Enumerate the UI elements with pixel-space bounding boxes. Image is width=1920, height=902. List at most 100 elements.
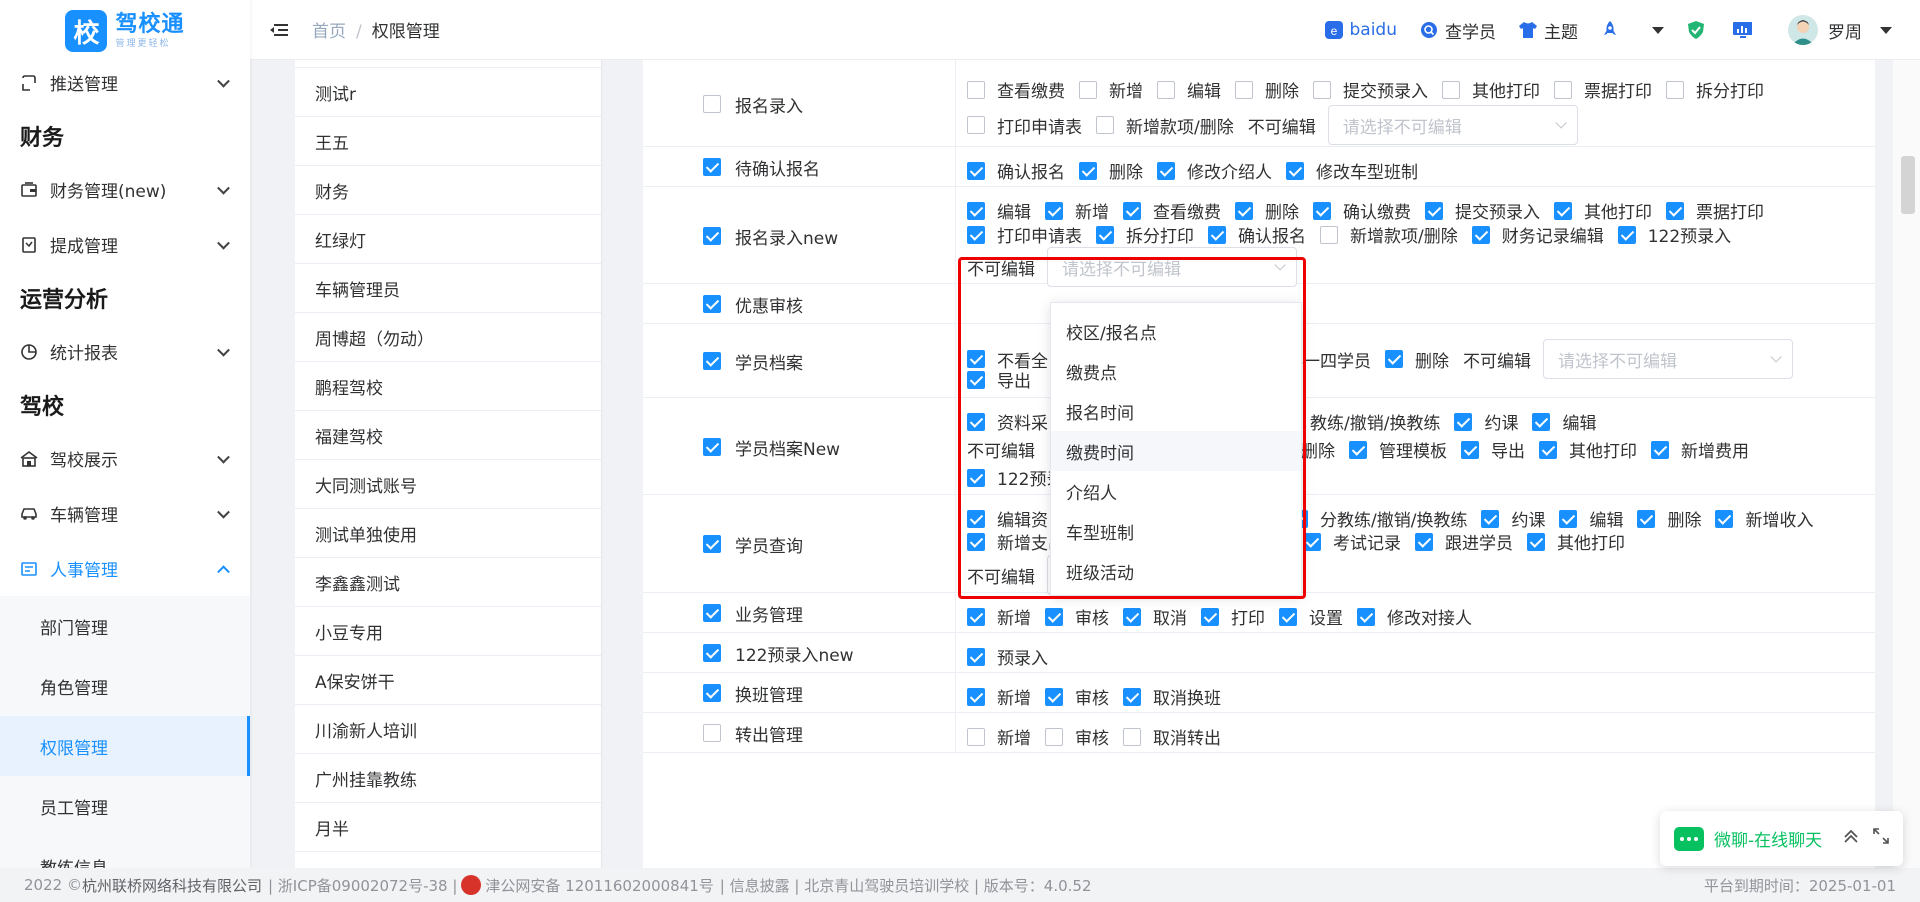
checkbox-checked-icon[interactable] (1357, 607, 1375, 626)
permission-checkbox-option[interactable]: 取消 (1123, 604, 1187, 629)
permission-checkbox-option[interactable]: 考试记录 (1303, 529, 1401, 554)
checkbox-checked-icon[interactable] (1532, 412, 1551, 431)
checkbox-checked-icon[interactable] (1617, 225, 1636, 244)
checkbox-checked-icon[interactable] (1539, 440, 1557, 459)
dropdown-option[interactable]: 报名时间 (1051, 391, 1301, 431)
user-menu[interactable]: 罗周 (1788, 15, 1892, 45)
role-list-item[interactable]: 测试r (295, 68, 601, 117)
role-list-item[interactable]: 王五 (295, 117, 601, 166)
permission-checkbox-option[interactable]: 确认报名 (1208, 222, 1306, 247)
checkbox-checked-icon[interactable] (967, 201, 985, 220)
checkbox-checked-icon[interactable] (1123, 607, 1141, 626)
checkbox-checked-icon[interactable] (1554, 201, 1572, 220)
list-item[interactable] (295, 60, 601, 68)
checkbox-checked-icon[interactable] (1481, 509, 1500, 528)
checkbox-unchecked-icon[interactable] (1554, 80, 1572, 99)
dropdown-option[interactable]: 缴费点 (1051, 351, 1301, 391)
role-list-item[interactable]: 财务 (295, 166, 601, 215)
permission-checkbox-option[interactable]: 拆分打印 (1096, 222, 1194, 247)
checkbox-checked-icon[interactable] (1651, 440, 1669, 459)
checkbox-checked-icon[interactable] (703, 684, 721, 702)
checkbox-checked-icon[interactable] (703, 437, 721, 456)
dropdown-option[interactable]: 班级活动 (1051, 551, 1301, 591)
checkbox-checked-icon[interactable] (967, 350, 985, 368)
sidebar-item[interactable]: 财务管理(new) (0, 162, 250, 217)
checkbox-checked-icon[interactable] (967, 687, 985, 706)
checkbox-checked-icon[interactable] (1454, 412, 1473, 431)
checkbox-unchecked-icon[interactable] (1313, 80, 1331, 99)
checkbox-checked-icon[interactable] (1157, 161, 1175, 180)
permission-checkbox-option[interactable]: 设置 (1279, 604, 1343, 629)
security-shield-button[interactable] (1686, 20, 1712, 40)
checkbox-checked-icon[interactable] (1425, 201, 1443, 220)
permission-checkbox-option[interactable]: 修改对接人 (1357, 604, 1472, 629)
checkbox-checked-icon[interactable] (967, 607, 985, 626)
sidebar-item[interactable]: 人事管理 (0, 541, 250, 596)
checkbox-checked-icon[interactable] (1208, 225, 1226, 244)
permission-checkbox-option[interactable]: 拆分打印 (1666, 77, 1764, 102)
permission-checkbox-option[interactable]: 编辑资 (967, 506, 1048, 531)
checkbox-unchecked-icon[interactable] (1123, 727, 1141, 746)
permission-checkbox-option[interactable]: 删除 (1235, 77, 1299, 102)
role-list-item[interactable]: 测试单独使用 (295, 509, 601, 558)
checkbox-checked-icon[interactable] (703, 352, 721, 370)
dropdown-option[interactable]: 车型班制 (1051, 511, 1301, 551)
footer-icp[interactable]: | 浙ICP备09002072号-38 | (268, 875, 457, 896)
checkbox-checked-icon[interactable] (1045, 607, 1063, 626)
not-editable-select[interactable]: 请选择不可编辑 (1047, 247, 1297, 287)
menu-fold-icon[interactable] (270, 22, 290, 38)
permission-checkbox-option[interactable]: 审核 (1045, 724, 1109, 749)
role-list-item[interactable]: 广州挂靠教练 (295, 754, 601, 803)
checkbox-checked-icon[interactable] (1349, 440, 1367, 459)
permission-checkbox-option[interactable]: 新增 (967, 724, 1031, 749)
rocket-menu[interactable] (1600, 20, 1626, 40)
permission-checkbox-option[interactable]: 编辑 (1532, 409, 1596, 434)
permission-checkbox-option[interactable]: 审核 (1045, 684, 1109, 709)
permission-checkbox-option[interactable]: 取消换班 (1123, 684, 1221, 709)
permission-checkbox-option[interactable]: 确认报名 (967, 158, 1065, 183)
checkbox-checked-icon[interactable] (1666, 201, 1684, 220)
expand-icon[interactable] (1873, 828, 1889, 849)
not-editable-select[interactable]: 请选择不可编辑 (1327, 105, 1578, 145)
permission-checkbox-option[interactable]: 其他打印 (1539, 437, 1637, 462)
permission-checkbox-option[interactable]: 查看缴费 (1123, 198, 1221, 223)
checkbox-checked-icon[interactable] (1096, 225, 1114, 244)
sidebar-item[interactable]: 驾校展示 (0, 431, 250, 486)
permission-checkbox-option[interactable]: 导出 (1461, 437, 1525, 462)
checkbox-checked-icon[interactable] (1559, 509, 1578, 528)
checkbox-checked-icon[interactable] (1286, 161, 1304, 180)
checkbox-checked-icon[interactable] (1235, 201, 1253, 220)
permission-checkbox-option[interactable]: 编辑 (1157, 77, 1221, 102)
checkbox-checked-icon[interactable] (1303, 532, 1321, 551)
role-list-item[interactable]: 大同测试账号 (295, 460, 601, 509)
role-list-item[interactable]: 周博超（勿动） (295, 313, 601, 362)
checkbox-unchecked-icon[interactable] (967, 80, 985, 99)
permission-checkbox-option[interactable]: 编辑 (967, 198, 1031, 223)
checkbox-checked-icon[interactable] (967, 412, 985, 431)
permission-checkbox-option[interactable]: 票据打印 (1554, 77, 1652, 102)
permission-checkbox-option[interactable]: 预录入 (967, 644, 1048, 669)
checkbox-unchecked-icon[interactable] (703, 724, 721, 742)
permission-checkbox-option[interactable]: 打印申请表 (967, 113, 1082, 138)
checkbox-checked-icon[interactable] (1045, 687, 1063, 706)
vertical-scrollbar[interactable] (1893, 60, 1920, 868)
role-list-item[interactable]: 红绿灯 (295, 215, 601, 264)
checkbox-checked-icon[interactable] (703, 295, 721, 313)
footer-police-record[interactable]: 津公网安备 12011602000841号 (485, 875, 713, 896)
footer-company-link[interactable]: 杭州联桥网络科技有限公司 (82, 875, 262, 896)
checkbox-checked-icon[interactable] (703, 604, 721, 622)
checkbox-unchecked-icon[interactable] (703, 94, 721, 113)
checkbox-checked-icon[interactable] (1715, 509, 1734, 528)
checkbox-unchecked-icon[interactable] (1045, 727, 1063, 746)
permission-checkbox-option[interactable]: 编辑 (1559, 506, 1623, 531)
checkbox-unchecked-icon[interactable] (1666, 80, 1684, 99)
checkbox-checked-icon[interactable] (1461, 440, 1479, 459)
chevron-up-icon[interactable] (1843, 828, 1859, 849)
checkbox-checked-icon[interactable] (1637, 509, 1656, 528)
permission-checkbox-option[interactable]: 审核 (1045, 604, 1109, 629)
checkbox-checked-icon[interactable] (703, 644, 721, 662)
permission-checkbox-option[interactable]: 财务记录编辑 (1471, 222, 1604, 247)
dropdown-option[interactable]: 校区/报名点 (1051, 311, 1301, 351)
permission-checkbox-option[interactable]: 删除 (1235, 198, 1299, 223)
checkbox-checked-icon[interactable] (1279, 607, 1297, 626)
